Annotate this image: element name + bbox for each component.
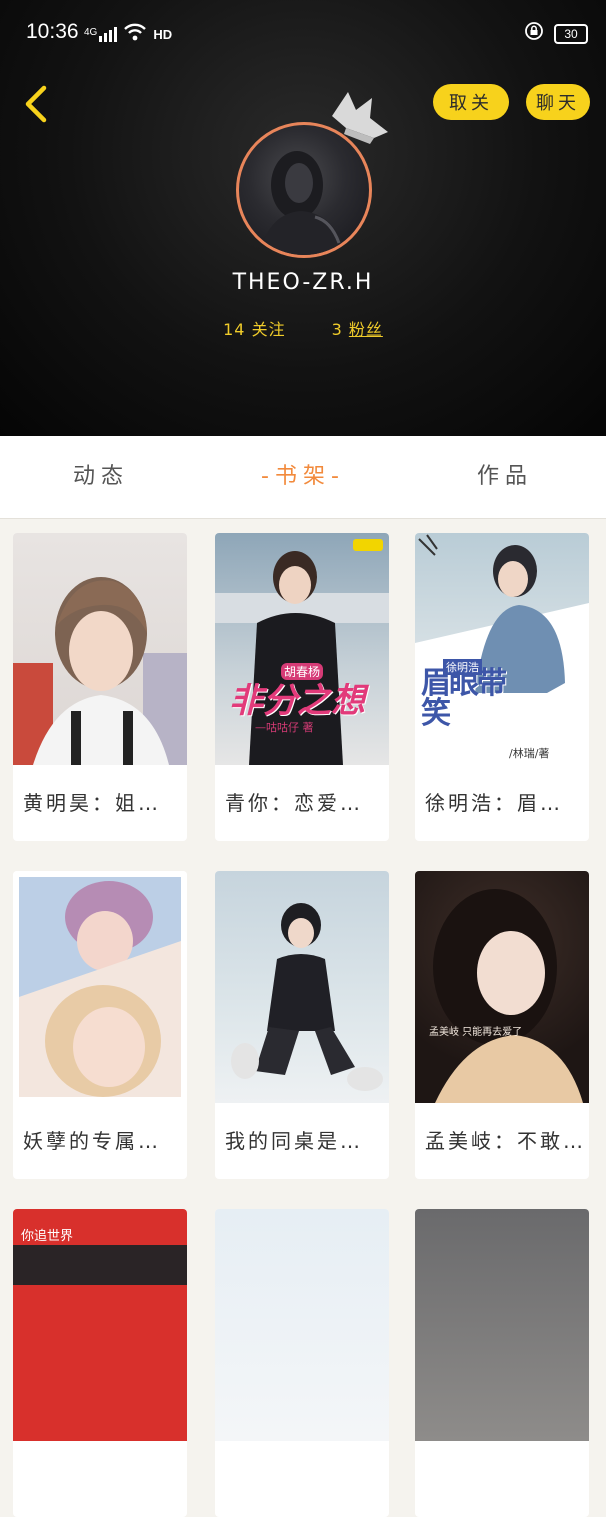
fans-stat[interactable]: 3 粉丝 <box>332 316 383 340</box>
profile-tabs: 动态 -书架- 作品 <box>0 436 606 519</box>
book-card[interactable]: 黄明昊：姐… <box>13 533 187 841</box>
cover-title: 眉眼带笑 <box>421 666 507 731</box>
book-card[interactable]: 孟美岐 只能再去爱了 孟美岐：不敢… <box>415 871 589 1179</box>
tab-moments[interactable]: 动态 <box>0 436 202 518</box>
book-cover <box>13 533 187 765</box>
book-cover <box>13 871 187 1103</box>
book-card[interactable]: 你追世界 <box>13 1209 187 1517</box>
unfollow-button[interactable]: 取关 <box>433 84 509 120</box>
back-button[interactable] <box>18 82 58 126</box>
book-card[interactable]: 非分之想 胡春杨 —咕咕仔 著 青你：恋爱… <box>215 533 389 841</box>
book-cover <box>215 871 389 1103</box>
status-time: 10:36 <box>26 20 79 43</box>
wifi-icon <box>123 22 147 46</box>
cover-subtitle: 胡春杨 <box>281 663 324 680</box>
avatar-photo <box>259 151 347 255</box>
book-cover: 非分之想 胡春杨 —咕咕仔 著 <box>215 533 389 765</box>
lock-rotation-icon <box>524 21 544 46</box>
profile-stats: 14 关注 3 粉丝 <box>0 316 606 340</box>
network-type: 4G <box>84 26 98 38</box>
tab-works[interactable]: 作品 <box>404 436 606 518</box>
cover-author: —咕咕仔 著 <box>255 721 314 734</box>
signal-icon: 4G <box>84 26 118 42</box>
profile-header: 10:36 4G HD 30 取关 聊天 THEO-ZR.H 14 关注 3 粉… <box>0 0 606 436</box>
username: THEO-ZR.H <box>232 270 374 295</box>
fans-count: 3 <box>331 320 343 339</box>
fans-label: 粉丝 <box>348 320 383 339</box>
status-icons: 4G HD <box>84 22 172 46</box>
book-title: 妖孽的专属… <box>23 1129 161 1153</box>
cover-caption: 你追世界 <box>21 1229 74 1244</box>
following-count: 14 <box>223 320 246 339</box>
avatar[interactable] <box>236 122 372 258</box>
book-title: 我的同桌是… <box>225 1129 363 1153</box>
status-bar: 10:36 4G HD 30 <box>0 0 606 62</box>
following-label: 关注 <box>251 320 286 339</box>
book-card[interactable] <box>215 1209 389 1517</box>
cover-author: /林瑞/著 <box>509 747 550 760</box>
cover-title: 非分之想 <box>229 681 365 721</box>
book-cover <box>215 1209 389 1441</box>
cover-subtitle: 徐明浩 <box>443 659 482 675</box>
book-cover: 眉眼带笑 徐明浩 /林瑞/著 <box>415 533 589 765</box>
book-title: 青你：恋爱… <box>225 791 363 815</box>
status-right: 30 <box>524 21 588 46</box>
chevron-left-icon <box>25 85 47 123</box>
book-cover: 孟美岐 只能再去爱了 <box>415 871 589 1103</box>
book-title: 徐明浩：眉… <box>425 791 563 815</box>
following-stat[interactable]: 14 关注 <box>223 316 285 340</box>
bookshelf-grid: 黄明昊：姐… 非分之想 胡春杨 —咕咕仔 著 青你：恋爱… 眉眼带笑 徐明浩 /… <box>0 519 606 1517</box>
cover-caption: 孟美岐 只能再去爱了 <box>429 1027 523 1038</box>
book-title: 孟美岐：不敢… <box>425 1129 586 1153</box>
hd-badge: HD <box>153 26 173 42</box>
battery-icon: 30 <box>554 23 588 44</box>
book-card[interactable]: 我的同桌是… <box>215 871 389 1179</box>
tab-bookshelf[interactable]: -书架- <box>202 436 404 518</box>
book-card[interactable]: 妖孽的专属… <box>13 871 187 1179</box>
chat-button[interactable]: 聊天 <box>526 84 590 120</box>
book-card[interactable] <box>415 1209 589 1517</box>
book-cover <box>415 1209 589 1441</box>
book-title: 黄明昊：姐… <box>23 791 161 815</box>
book-cover: 你追世界 <box>13 1209 187 1441</box>
book-card[interactable]: 眉眼带笑 徐明浩 /林瑞/著 徐明浩：眉… <box>415 533 589 841</box>
